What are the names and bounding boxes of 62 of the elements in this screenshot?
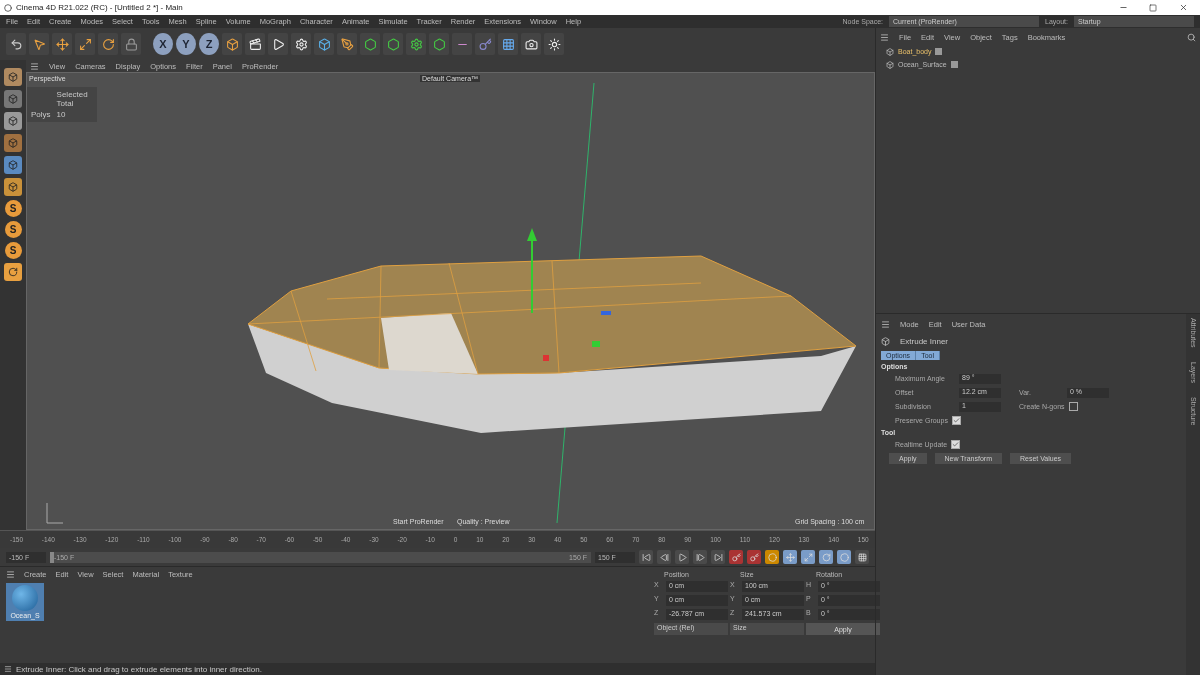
window-title: Cinema 4D R21.022 (RC) - [Untitled 2 *] - Main [16, 3, 184, 12]
rotate-icon[interactable] [98, 33, 118, 55]
rotation-key-icon[interactable] [819, 550, 833, 564]
scale-icon[interactable] [75, 33, 95, 55]
play-icon[interactable] [675, 550, 689, 564]
last-frame-icon[interactable] [711, 550, 725, 564]
tool-icon[interactable] [4, 156, 22, 174]
status-text: Extrude Inner: Click and drag to extrude elements into inner direction. [16, 664, 262, 674]
menu-icon[interactable] [880, 32, 889, 42]
gear-icon[interactable] [406, 33, 426, 55]
menu-icon[interactable] [881, 319, 890, 329]
position-key-icon[interactable] [783, 550, 797, 564]
snap-button[interactable]: S [4, 200, 22, 217]
tool-icon[interactable] [4, 68, 22, 86]
checkbox[interactable] [951, 440, 961, 449]
hud-label: Polys [31, 110, 51, 119]
move-icon[interactable] [52, 33, 72, 55]
lock-icon[interactable] [121, 33, 141, 55]
range-handle[interactable] [50, 551, 54, 563]
gear-icon[interactable] [291, 33, 311, 55]
snap-button[interactable]: S [4, 221, 22, 238]
menu-icon [4, 665, 12, 673]
clapperboard-icon[interactable] [245, 33, 265, 55]
hud-header: Selected Total [56, 90, 89, 108]
step-back-icon[interactable] [657, 550, 671, 564]
tool-icon [881, 336, 890, 346]
checkbox[interactable] [951, 416, 961, 425]
cube-icon[interactable] [222, 33, 242, 55]
cube-icon[interactable] [314, 33, 334, 55]
play-icon[interactable] [268, 33, 288, 55]
maximize-icon[interactable] [1149, 3, 1157, 12]
tool-name: Extrude Inner [900, 336, 949, 346]
axis-indicator-icon [46, 502, 64, 524]
pointer-icon[interactable] [29, 33, 49, 55]
light-icon[interactable] [544, 33, 564, 55]
tool-icon[interactable] [4, 90, 22, 108]
axis-button[interactable]: X [153, 33, 173, 55]
pen-icon[interactable] [337, 33, 357, 55]
menu-icon[interactable] [30, 61, 39, 71]
menu-icon[interactable] [6, 570, 15, 579]
material-ball-icon [12, 585, 38, 611]
axis-button[interactable]: Z [199, 33, 219, 55]
camera-icon[interactable] [521, 33, 541, 55]
step-forward-icon[interactable] [693, 550, 707, 564]
grid-icon[interactable] [498, 33, 518, 55]
tool-icon[interactable] [4, 134, 22, 152]
undo-icon[interactable] [6, 33, 26, 55]
search-icon[interactable] [1187, 32, 1196, 42]
keyframe-icon[interactable] [765, 550, 779, 564]
scale-key-icon[interactable] [801, 550, 815, 564]
close-icon[interactable] [1178, 3, 1188, 12]
hud-value: 10 [56, 110, 67, 119]
object-icon [886, 47, 894, 56]
first-frame-icon[interactable] [639, 550, 653, 564]
app-icon [4, 3, 12, 12]
tool-icon[interactable] [4, 178, 22, 196]
object-icon [886, 60, 894, 69]
snap-button[interactable]: S [4, 242, 22, 259]
checkbox[interactable] [1068, 402, 1078, 411]
tool-icon[interactable] [4, 263, 22, 281]
axis-button[interactable]: Y [176, 33, 196, 55]
tool-icon[interactable] [4, 112, 22, 130]
